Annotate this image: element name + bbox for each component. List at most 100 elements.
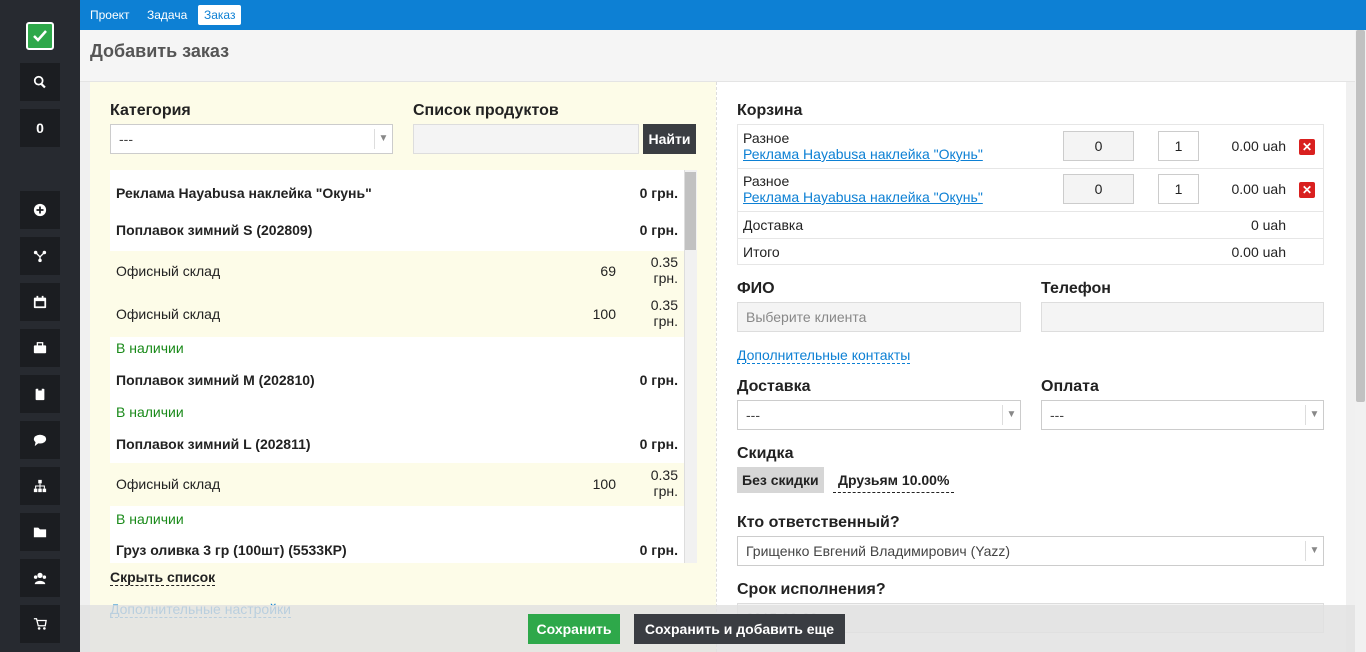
cart-icon[interactable] (20, 605, 60, 643)
tab-project[interactable]: Проект (84, 5, 136, 25)
payment-label: Оплата (1041, 378, 1099, 395)
more-contacts-link[interactable]: Дополнительные контакты (737, 347, 911, 364)
cart-item-link[interactable]: Реклама Hayabusa наклейка "Окунь" (743, 146, 983, 162)
cart-delivery-row: Доставка 0 uah (738, 212, 1323, 239)
warehouse-row[interactable]: Офисный склад 100 0.35 грн. (110, 463, 684, 506)
product-name: Поплавок зимний L (202811) (116, 436, 311, 452)
cart-row: Разное Реклама Hayabusa наклейка "Окунь"… (738, 169, 1323, 212)
delivery-label: Доставка (737, 378, 811, 395)
title-bar: Добавить заказ (80, 30, 1366, 82)
warehouse-price-unit: грн. (653, 270, 678, 286)
product-name: Поплавок зимний M (202810) (116, 372, 315, 388)
availability-row: В наличии (110, 337, 684, 365)
products-label: Список продуктов (413, 102, 559, 119)
delete-icon[interactable]: ✕ (1299, 182, 1315, 198)
availability-row: В наличии (110, 402, 684, 430)
discount-label: Скидка (737, 445, 794, 462)
cart-table: Разное Реклама Hayabusa наклейка "Окунь"… (737, 124, 1324, 265)
product-price: 0 грн. (639, 372, 678, 388)
client-select[interactable]: Выберите клиента (737, 302, 1021, 332)
fio-label: ФИО (737, 280, 775, 297)
responsible-select-value: Грищенко Евгений Владимирович (Yazz) (746, 543, 1011, 559)
search-icon[interactable] (20, 63, 60, 101)
product-price: 0 грн. (639, 185, 678, 201)
cart-title: Корзина (737, 102, 803, 119)
logo-check-icon[interactable] (26, 22, 54, 50)
sidebar: 0 (0, 0, 80, 652)
payment-select-value: --- (1050, 407, 1064, 423)
responsible-select[interactable]: Грищенко Евгений Владимирович (Yazz) ▼ (737, 536, 1324, 566)
cart-item-qty-input[interactable]: 1 (1158, 131, 1199, 161)
cart-delivery-value: 0 uah (1250, 217, 1286, 233)
warehouse-row[interactable]: Офисный склад 100 0.35 грн. (110, 294, 684, 337)
delete-icon[interactable]: ✕ (1299, 139, 1315, 155)
page-title: Добавить заказ (90, 41, 230, 61)
calendar-icon[interactable] (20, 283, 60, 321)
save-and-add-button[interactable]: Сохранить и добавить еще (634, 614, 845, 644)
chevron-down-icon: ▼ (1305, 541, 1323, 561)
product-row[interactable]: Груз оливка 3 гр (100шт) (5533КР) 0 грн. (110, 534, 684, 563)
product-price: 0 грн. (639, 436, 678, 452)
top-nav-bar: Проект Задача Заказ (80, 0, 1366, 30)
delivery-select[interactable]: --- ▼ (737, 400, 1021, 430)
warehouse-price-unit: грн. (653, 483, 678, 499)
tab-order[interactable]: Заказ (198, 5, 242, 25)
product-name: Реклама Hayabusa наклейка "Окунь" (116, 185, 372, 201)
product-list: Реклама Hayabusa наклейка "Окунь" 0 грн.… (110, 170, 684, 563)
warehouse-name: Офисный склад (116, 476, 221, 492)
warehouse-price-value: 0.35 (650, 297, 678, 313)
folder-icon[interactable] (20, 513, 60, 551)
plus-circle-icon[interactable] (20, 191, 60, 229)
warehouse-price: 0.35 грн. (628, 467, 678, 499)
cart-row: Разное Реклама Hayabusa наклейка "Окунь"… (738, 125, 1323, 169)
product-price: 0 грн. (639, 222, 678, 238)
product-name: Груз оливка 3 гр (100шт) (5533КР) (116, 542, 347, 558)
tab-task[interactable]: Задача (141, 5, 193, 25)
product-name: Поплавок зимний S (202809) (116, 222, 313, 238)
product-row[interactable]: Поплавок зимний M (202810) 0 грн. (110, 365, 684, 402)
phone-input[interactable] (1041, 302, 1324, 332)
fork-icon[interactable] (20, 237, 60, 275)
warehouse-name: Офисный склад (116, 306, 221, 322)
warehouse-row[interactable]: Офисный склад 69 0.35 грн. (110, 251, 684, 294)
warehouse-price: 0.35 грн. (628, 297, 678, 329)
cart-item-price: 0.00 uah (1231, 181, 1287, 197)
comments-icon[interactable] (20, 421, 60, 459)
cart-item-qty-input[interactable]: 1 (1158, 174, 1199, 204)
sitemap-icon[interactable] (20, 467, 60, 505)
product-row[interactable]: Поплавок зимний L (202811) 0 грн. (110, 430, 684, 463)
cart-item-price: 0.00 uah (1231, 138, 1287, 154)
cart-item-category: Разное (743, 173, 790, 189)
category-label: Категория (110, 102, 191, 119)
cart-total-value: 0.00 uah (1231, 244, 1287, 260)
clipboard-icon[interactable] (20, 375, 60, 413)
cart-item-discount-input[interactable]: 0 (1063, 131, 1134, 161)
cart-item-discount-input[interactable]: 0 (1063, 174, 1134, 204)
product-price: 0 грн. (639, 542, 678, 558)
product-row[interactable]: Поплавок зимний S (202809) 0 грн. (110, 214, 684, 251)
discount-option-none[interactable]: Без скидки (737, 467, 824, 493)
product-search-input[interactable] (413, 124, 639, 154)
cart-item-category: Разное (743, 130, 790, 146)
briefcase-icon[interactable] (20, 329, 60, 367)
payment-select[interactable]: --- ▼ (1041, 400, 1324, 430)
category-select[interactable]: --- ▼ (110, 124, 393, 154)
hide-list-link[interactable]: Скрыть список (110, 569, 216, 586)
warehouse-price-value: 0.35 (650, 467, 678, 483)
product-list-scrollbar-thumb[interactable] (685, 172, 696, 250)
cart-delivery-label: Доставка (743, 217, 804, 233)
availability-row: В наличии (110, 506, 684, 534)
availability-status: В наличии (116, 340, 184, 356)
save-button[interactable]: Сохранить (528, 614, 620, 644)
cart-count-badge[interactable]: 0 (20, 109, 60, 147)
main-scrollbar-thumb[interactable] (1356, 30, 1365, 402)
warehouse-qty: 69 (600, 263, 616, 279)
product-row[interactable]: Реклама Hayabusa наклейка "Окунь" 0 грн. (110, 170, 684, 214)
discount-option-friends[interactable]: Друзьям 10.00% (833, 467, 955, 493)
cart-item-link[interactable]: Реклама Hayabusa наклейка "Окунь" (743, 189, 983, 205)
users-icon[interactable] (20, 559, 60, 597)
chevron-down-icon: ▼ (1305, 405, 1323, 425)
find-button[interactable]: Найти (643, 124, 696, 154)
warehouse-price-unit: грн. (653, 313, 678, 329)
responsible-label: Кто ответственный? (737, 514, 900, 531)
